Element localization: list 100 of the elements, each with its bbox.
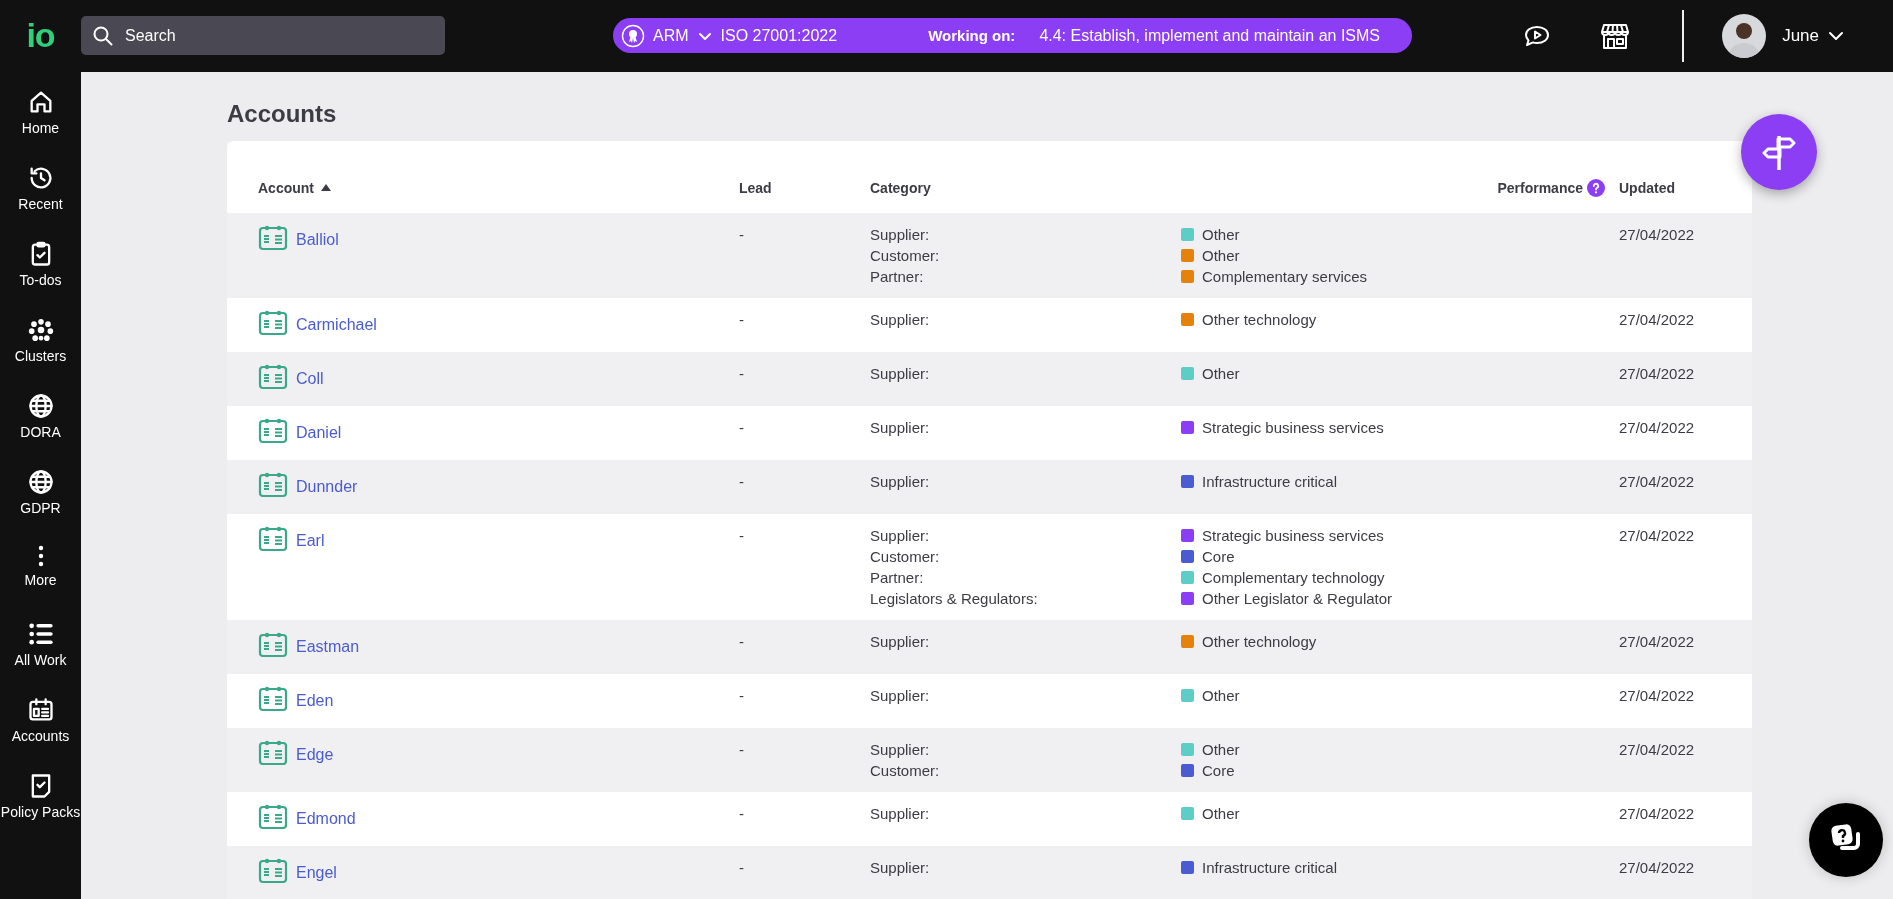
column-header[interactable]: Category — [870, 179, 931, 196]
account-card-icon — [258, 684, 288, 712]
table-cell-text: - — [739, 685, 745, 706]
column-header[interactable]: Performance — [1497, 177, 1583, 199]
category-role: Partner: — [870, 567, 925, 588]
category-role: Customer: — [870, 245, 941, 266]
category-role: Supplier: — [870, 857, 931, 878]
sidebar-item[interactable]: Policy Packs — [0, 771, 81, 848]
column-header[interactable]: Updated — [1619, 179, 1675, 196]
account-card-icon — [258, 223, 288, 251]
table-cell-text: - — [739, 417, 745, 438]
category-role: Partner: — [870, 266, 925, 287]
table-cell-text: 27/04/2022 — [1618, 525, 1696, 546]
sidebar-item[interactable]: Recent — [0, 163, 81, 240]
account-link[interactable]: Eden — [296, 688, 334, 713]
help-chat-button[interactable] — [1809, 803, 1883, 877]
table-cell-text: 27/04/2022 — [1618, 417, 1696, 438]
category-role: Supplier: — [870, 224, 931, 245]
table-cell-text: - — [739, 309, 745, 330]
sidebar-item[interactable]: Home — [0, 87, 81, 164]
category-value: Infrastructure critical — [1202, 857, 1338, 878]
working-on-task[interactable]: 4.4: Establish, implement and maintain an ISMS — [1039, 23, 1380, 48]
account-link[interactable]: Earl — [296, 528, 325, 553]
account-link[interactable]: Dunnder — [296, 474, 358, 499]
column-header[interactable]: Account — [258, 179, 331, 196]
table-cell-text: 27/04/2022 — [1618, 857, 1696, 878]
category-value: Complementary technology — [1202, 567, 1385, 588]
account-card-icon — [258, 308, 288, 336]
table-cell-text: - — [739, 224, 745, 245]
sidebar-item[interactable]: More — [0, 543, 81, 620]
category-role: Supplier: — [870, 631, 931, 652]
category-role: Supplier: — [870, 803, 931, 824]
signpost-button[interactable] — [1741, 113, 1817, 190]
framework-name: ARM — [653, 25, 689, 46]
sidebar-item[interactable]: Clusters — [0, 315, 81, 392]
table-cell-text: - — [739, 525, 745, 546]
account-link[interactable]: Engel — [296, 860, 337, 885]
category-value: Strategic business services — [1202, 417, 1384, 438]
category-role: Supplier: — [870, 363, 931, 384]
globe-icon — [26, 467, 55, 496]
table-cell-text: 27/04/2022 — [1618, 309, 1696, 330]
category-value: Other — [1202, 803, 1240, 824]
category-role: Customer: — [870, 760, 941, 781]
search-field[interactable]: Search — [81, 16, 445, 56]
standard-name[interactable]: ISO 27001:2022 — [720, 23, 838, 48]
category-value: Other — [1202, 739, 1240, 760]
category-role: Supplier: — [870, 417, 931, 438]
table-cell-text: - — [739, 857, 745, 878]
category-value: Complementary services — [1202, 266, 1368, 287]
category-value: Other technology — [1202, 631, 1317, 652]
account-link[interactable]: Carmichael — [296, 312, 377, 337]
sidebar-item[interactable]: GDPR — [0, 467, 81, 544]
user-name[interactable]: June — [1782, 23, 1819, 49]
award-icon — [621, 23, 645, 48]
category-role: Supplier: — [870, 525, 931, 546]
logo[interactable]: io — [0, 10, 81, 62]
account-link[interactable]: Edge — [296, 742, 334, 767]
category-value: Other technology — [1202, 309, 1317, 330]
category-role: Supplier: — [870, 739, 931, 760]
account-link[interactable]: Balliol — [296, 227, 339, 252]
table-cell-text: - — [739, 739, 745, 760]
table-cell-text: 27/04/2022 — [1618, 739, 1696, 760]
table-cell-text: 27/04/2022 — [1618, 471, 1696, 492]
sort-ascending-icon — [321, 183, 331, 191]
account-card-icon — [258, 524, 288, 552]
category-value: Other — [1202, 245, 1240, 266]
account-link[interactable]: Eastman — [296, 634, 360, 659]
table-cell-text: - — [739, 631, 745, 652]
account-card-icon — [258, 416, 288, 444]
category-value: Core — [1202, 760, 1235, 781]
help-icon — [1587, 179, 1605, 198]
category-role: Supplier: — [870, 471, 931, 492]
table-cell-text: 27/04/2022 — [1618, 224, 1696, 245]
sidebar-item[interactable]: Accounts — [0, 695, 81, 772]
sidebar-item[interactable]: All Work — [0, 619, 81, 696]
table-cell-text: 27/04/2022 — [1618, 363, 1696, 384]
account-card-icon — [258, 362, 288, 390]
account-card-icon — [258, 630, 288, 658]
category-value: Infrastructure critical — [1202, 471, 1338, 492]
account-link[interactable]: Daniel — [296, 420, 342, 445]
category-value: Strategic business services — [1202, 525, 1384, 546]
column-header[interactable]: Lead — [739, 179, 772, 196]
category-value: Other — [1202, 363, 1240, 384]
account-link[interactable]: Edmond — [296, 806, 356, 831]
category-value: Other Legislator & Regulator — [1202, 588, 1393, 609]
category-role: Supplier: — [870, 685, 931, 706]
table-cell-text: 27/04/2022 — [1618, 685, 1696, 706]
table-cell-text: - — [739, 363, 745, 384]
account-card-icon — [258, 856, 288, 884]
account-card-icon — [258, 470, 288, 498]
category-role: Customer: — [870, 546, 941, 567]
category-value: Core — [1202, 546, 1235, 567]
table-cell-text: - — [739, 471, 745, 492]
sidebar-item[interactable]: DORA — [0, 391, 81, 468]
sidebar-item[interactable]: To-dos — [0, 239, 81, 316]
table-cell-text: 27/04/2022 — [1618, 803, 1696, 824]
category-value: Other — [1202, 685, 1240, 706]
account-link[interactable]: Coll — [296, 366, 324, 391]
category-role: Legislators & Regulators: — [870, 588, 1039, 609]
account-card-icon — [258, 802, 288, 830]
